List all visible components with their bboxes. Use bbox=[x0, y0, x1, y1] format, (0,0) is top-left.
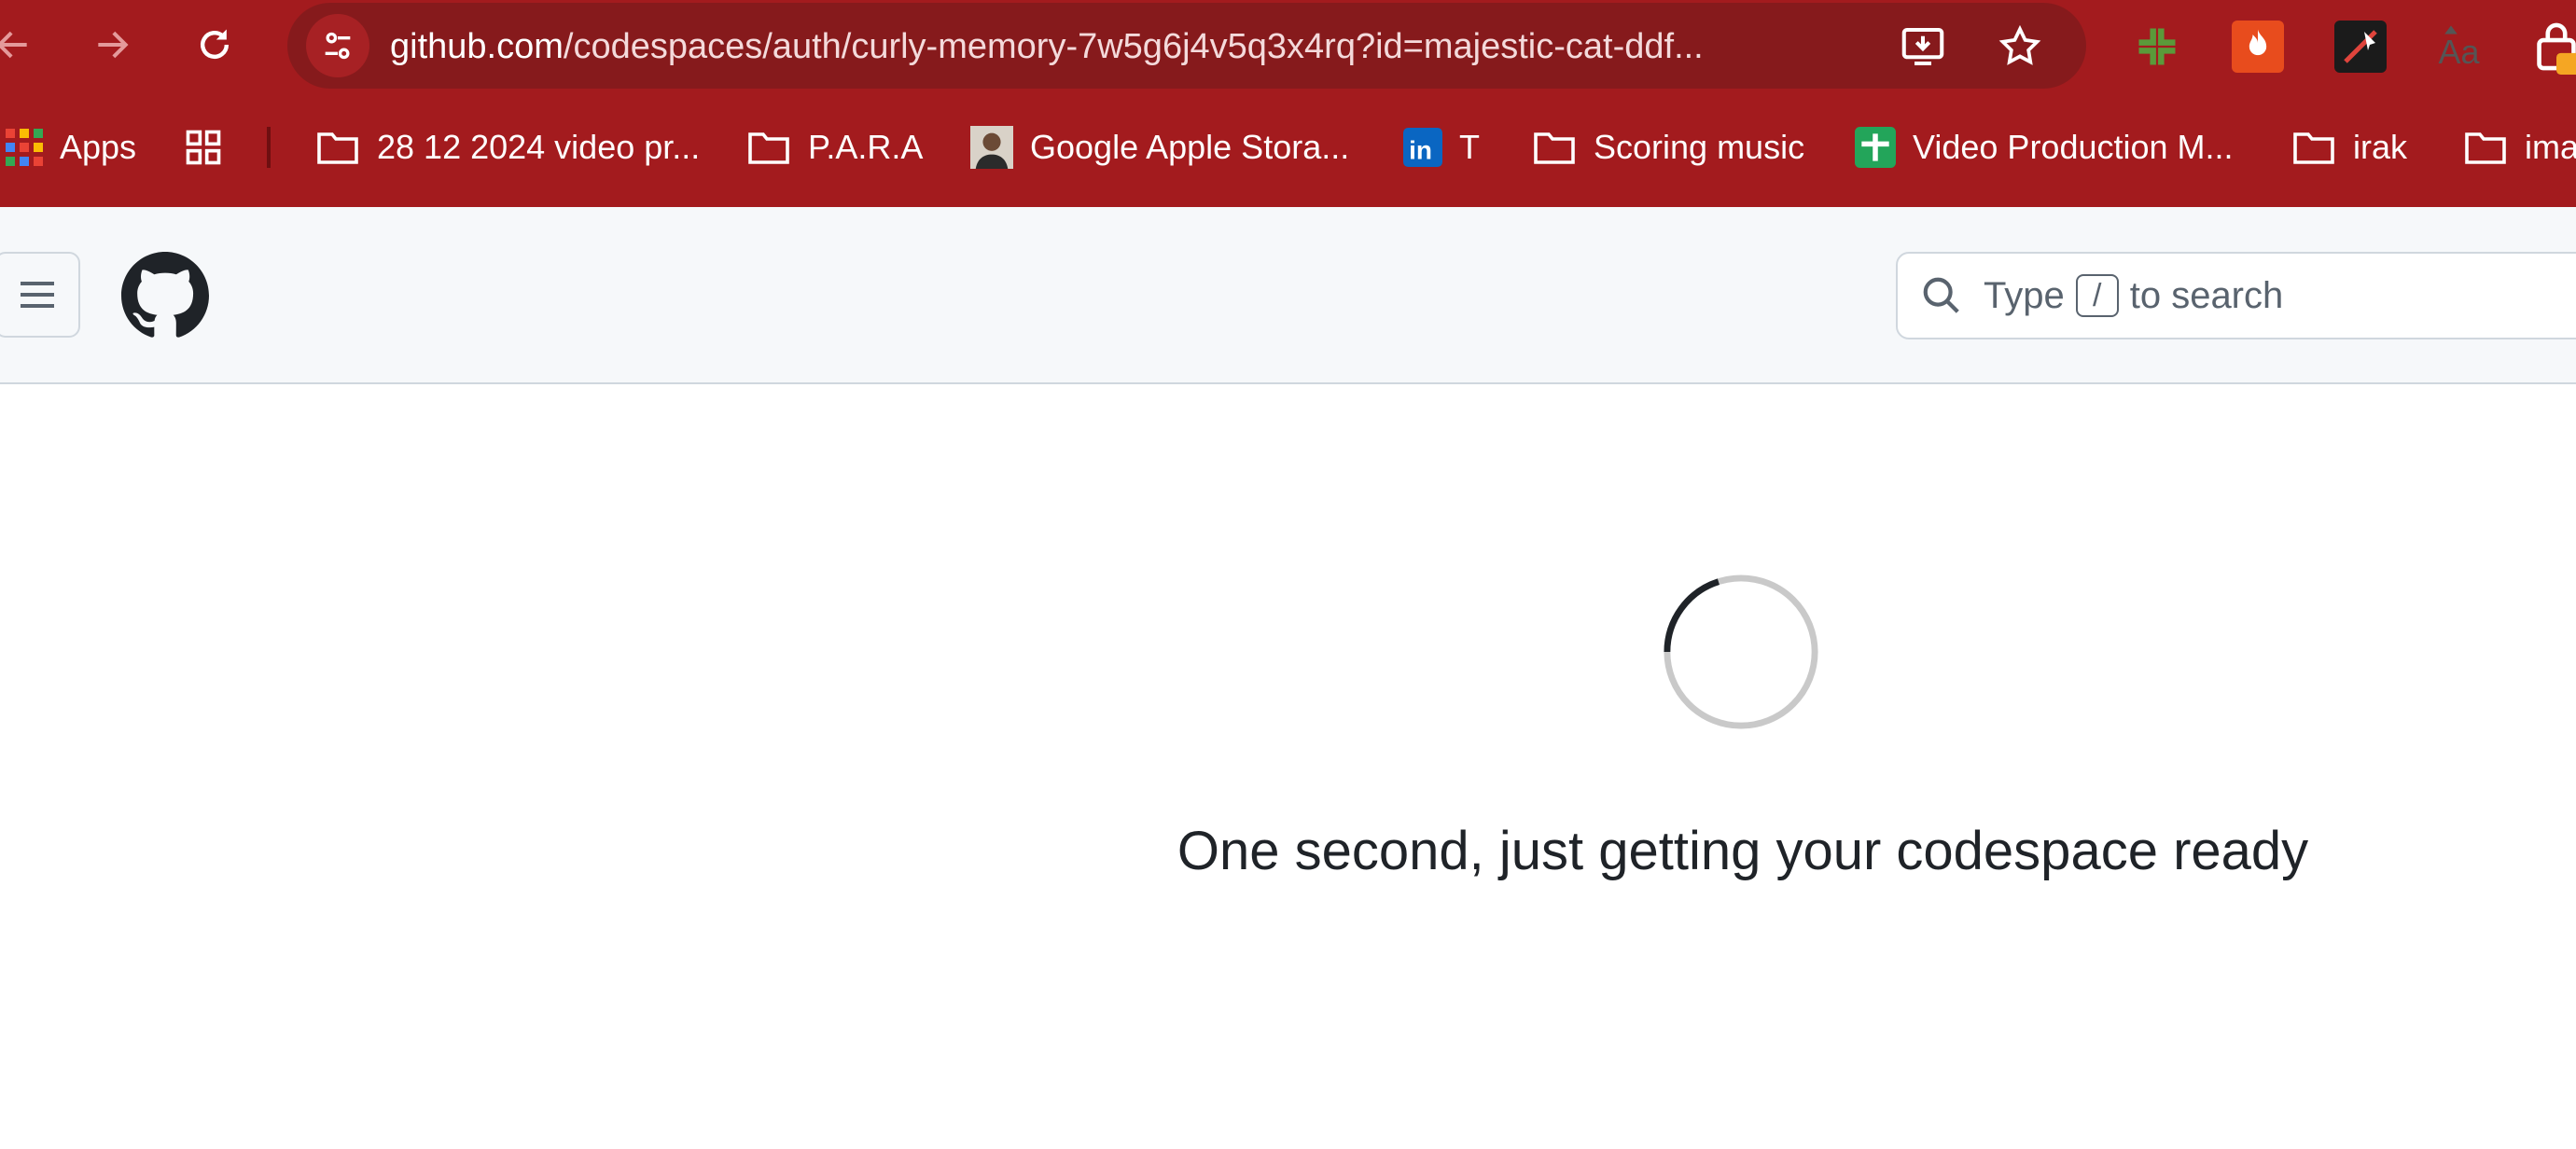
search-type-label: Type bbox=[1984, 274, 2065, 316]
extension-1[interactable] bbox=[2131, 21, 2183, 73]
lock-badge-icon bbox=[2537, 22, 2576, 75]
svg-text:in: in bbox=[1409, 135, 1432, 164]
font-aa-icon: Aa bbox=[2439, 25, 2481, 71]
bookmark-folder-scoring-music[interactable]: Scoring music bbox=[1532, 119, 1804, 175]
bookmark-apps[interactable]: Apps bbox=[6, 119, 136, 175]
profile-photo-icon bbox=[970, 126, 1013, 169]
bookmark-label: Apps bbox=[60, 128, 137, 166]
bookmark-video-production[interactable]: Video Production M... bbox=[1855, 119, 2234, 175]
search-icon bbox=[1923, 277, 1959, 313]
bookmark-tab-groups[interactable] bbox=[183, 119, 224, 175]
google-sheets-icon bbox=[1855, 127, 1896, 168]
loading-spinner-icon bbox=[1664, 574, 1818, 729]
fire-icon bbox=[2249, 29, 2267, 56]
url-path: /codespaces/auth/curly-memory-7w5g6j4v5q… bbox=[563, 27, 1704, 66]
folder-icon bbox=[1534, 132, 1575, 164]
extension-3[interactable] bbox=[2334, 21, 2387, 73]
extension-5[interactable] bbox=[2530, 21, 2576, 75]
bookmark-star-button[interactable] bbox=[1993, 20, 2047, 74]
svg-text:Aa: Aa bbox=[2439, 33, 2481, 71]
install-app-button[interactable] bbox=[1896, 20, 1950, 74]
arrow-left-icon bbox=[0, 31, 27, 59]
bookmark-label: T bbox=[1459, 128, 1480, 166]
search-placeholder: Type / to search bbox=[1984, 274, 2283, 317]
cursor-icon bbox=[2344, 30, 2377, 63]
bookmarks-bar: Apps 28 12 2024 video pr... P.A.R.A Goog… bbox=[0, 119, 2576, 175]
folder-icon bbox=[748, 132, 789, 164]
bookmark-linkedin-t[interactable]: in T bbox=[1403, 119, 1480, 175]
bookmark-label: irak bbox=[2353, 128, 2408, 166]
apps-grid-icon bbox=[6, 129, 43, 166]
browser-chrome: github.com/codespaces/auth/curly-memory-… bbox=[0, 0, 2576, 207]
search-shortcut-key: / bbox=[2075, 274, 2119, 317]
bookmark-label: P.A.R.A bbox=[808, 128, 924, 166]
bookmark-label: Scoring music bbox=[1594, 128, 1805, 166]
bookmark-label: ima bbox=[2525, 128, 2576, 166]
url-text[interactable]: github.com/codespaces/auth/curly-memory-… bbox=[390, 23, 1892, 70]
extension-2[interactable] bbox=[2232, 21, 2284, 73]
url-host: github.com bbox=[390, 27, 564, 66]
forward-button[interactable] bbox=[80, 13, 144, 76]
folder-icon bbox=[2465, 132, 2506, 164]
menu-button[interactable] bbox=[0, 252, 80, 338]
hamburger-icon bbox=[21, 282, 54, 308]
loading-message: One second, just getting your codespace … bbox=[1177, 821, 2309, 881]
reload-button[interactable] bbox=[183, 13, 246, 76]
back-button[interactable] bbox=[0, 13, 45, 76]
bookmark-google-apple-storage[interactable]: Google Apple Stora... bbox=[970, 119, 1349, 175]
tab-groups-icon bbox=[186, 130, 221, 165]
star-icon bbox=[1998, 24, 2041, 65]
bookmark-folder-ima[interactable]: ima bbox=[2463, 119, 2576, 175]
bookmark-folder-irak[interactable]: irak bbox=[2291, 119, 2407, 175]
tune-icon bbox=[325, 32, 351, 60]
github-header: Type / to search bbox=[0, 207, 2576, 384]
compress-arrows-icon bbox=[2138, 28, 2176, 65]
folder-icon bbox=[2293, 132, 2334, 164]
github-logo-icon[interactable] bbox=[121, 252, 209, 339]
linkedin-icon: in bbox=[1403, 128, 1442, 167]
extension-4[interactable]: Aa bbox=[2433, 21, 2485, 73]
arrow-right-icon bbox=[98, 31, 129, 59]
omnibox[interactable]: github.com/codespaces/auth/curly-memory-… bbox=[287, 3, 2086, 89]
bookmark-label: Video Production M... bbox=[1913, 128, 2234, 166]
site-info-button[interactable] bbox=[306, 14, 369, 77]
address-bar-row: github.com/codespaces/auth/curly-memory-… bbox=[0, 0, 2576, 90]
folder-icon bbox=[317, 132, 358, 164]
reload-icon bbox=[200, 29, 230, 60]
search-rest-label: to search bbox=[2129, 274, 2284, 316]
bookmark-label: Google Apple Stora... bbox=[1030, 128, 1350, 166]
bookmark-label: 28 12 2024 video pr... bbox=[377, 128, 701, 166]
install-icon bbox=[1901, 27, 1944, 66]
bookmark-folder-video-pr[interactable]: 28 12 2024 video pr... bbox=[315, 119, 700, 175]
search-input[interactable]: Type / to search bbox=[1896, 252, 2576, 339]
bookmark-folder-para[interactable]: P.A.R.A bbox=[746, 119, 923, 175]
